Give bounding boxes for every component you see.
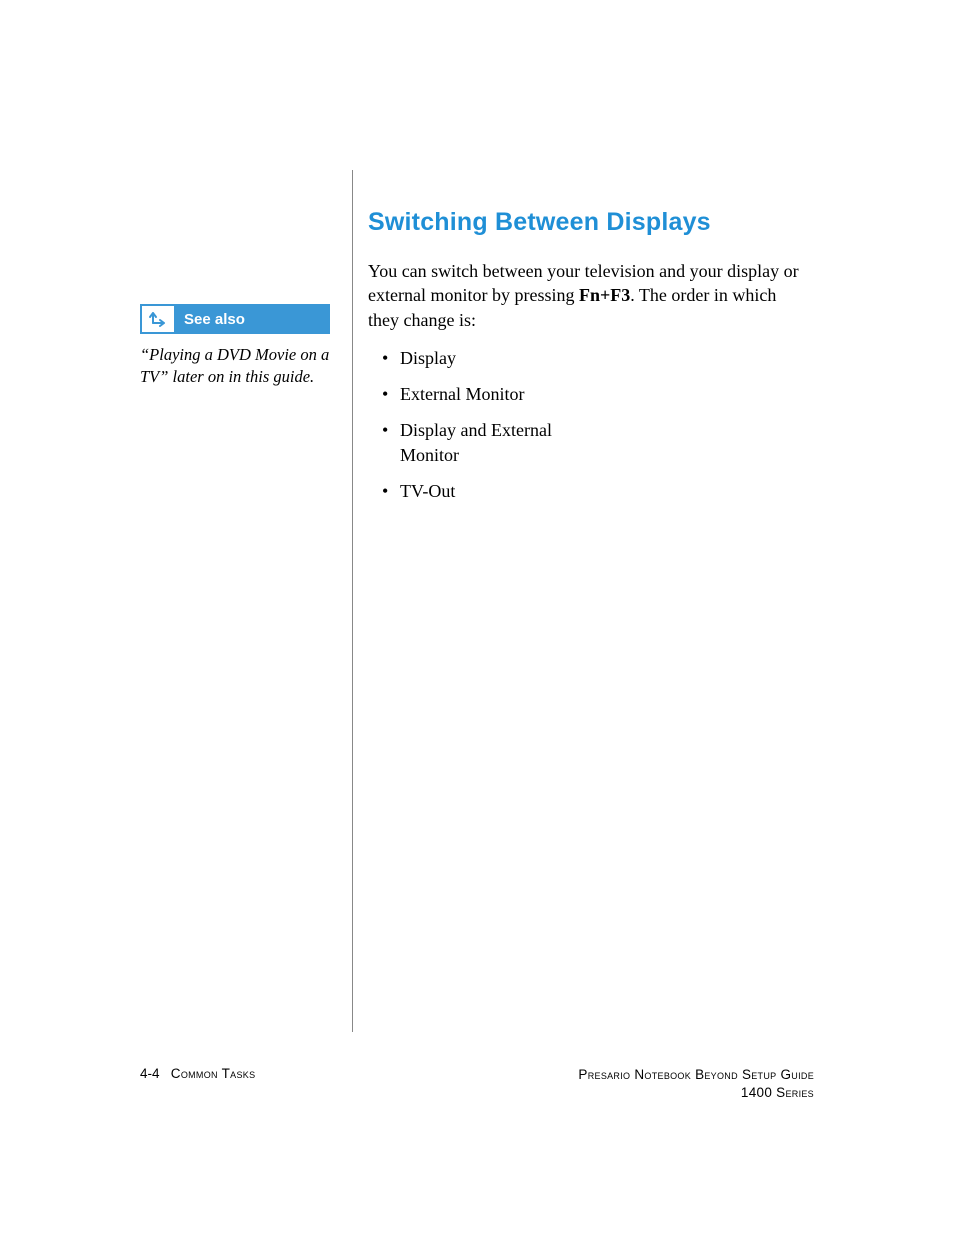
- footer-section: Common Tasks: [171, 1066, 256, 1081]
- see-also-text: “Playing a DVD Movie on a TV” later on i…: [140, 344, 330, 389]
- display-order-list: Display External Monitor Display and Ext…: [368, 346, 608, 503]
- list-item: External Monitor: [368, 382, 608, 406]
- footer-right: Presario Notebook Beyond Setup Guide 140…: [578, 1066, 814, 1102]
- document-page: See also “Playing a DVD Movie on a TV” l…: [0, 0, 954, 1235]
- sidebar: See also “Playing a DVD Movie on a TV” l…: [140, 304, 330, 389]
- list-item: TV-Out: [368, 479, 608, 503]
- footer-guide-title: Presario Notebook Beyond Setup Guide: [578, 1066, 814, 1084]
- list-item: Display: [368, 346, 608, 370]
- intro-paragraph: You can switch between your television a…: [368, 259, 810, 332]
- vertical-divider: [352, 170, 353, 1032]
- list-item: Display and External Monitor: [368, 418, 608, 467]
- see-also-label: See also: [176, 304, 330, 334]
- see-also-icon-cell: [140, 304, 176, 334]
- see-also-callout: See also: [140, 304, 330, 334]
- section-heading: Switching Between Displays: [368, 208, 810, 237]
- main-content: Switching Between Displays You can switc…: [368, 208, 810, 515]
- key-combo: Fn+F3: [579, 285, 630, 305]
- cross-reference-icon: [148, 309, 168, 329]
- footer-left: 4-4 Common Tasks: [140, 1066, 255, 1081]
- footer-series: 1400 Series: [578, 1084, 814, 1102]
- page-number: 4-4: [140, 1066, 160, 1081]
